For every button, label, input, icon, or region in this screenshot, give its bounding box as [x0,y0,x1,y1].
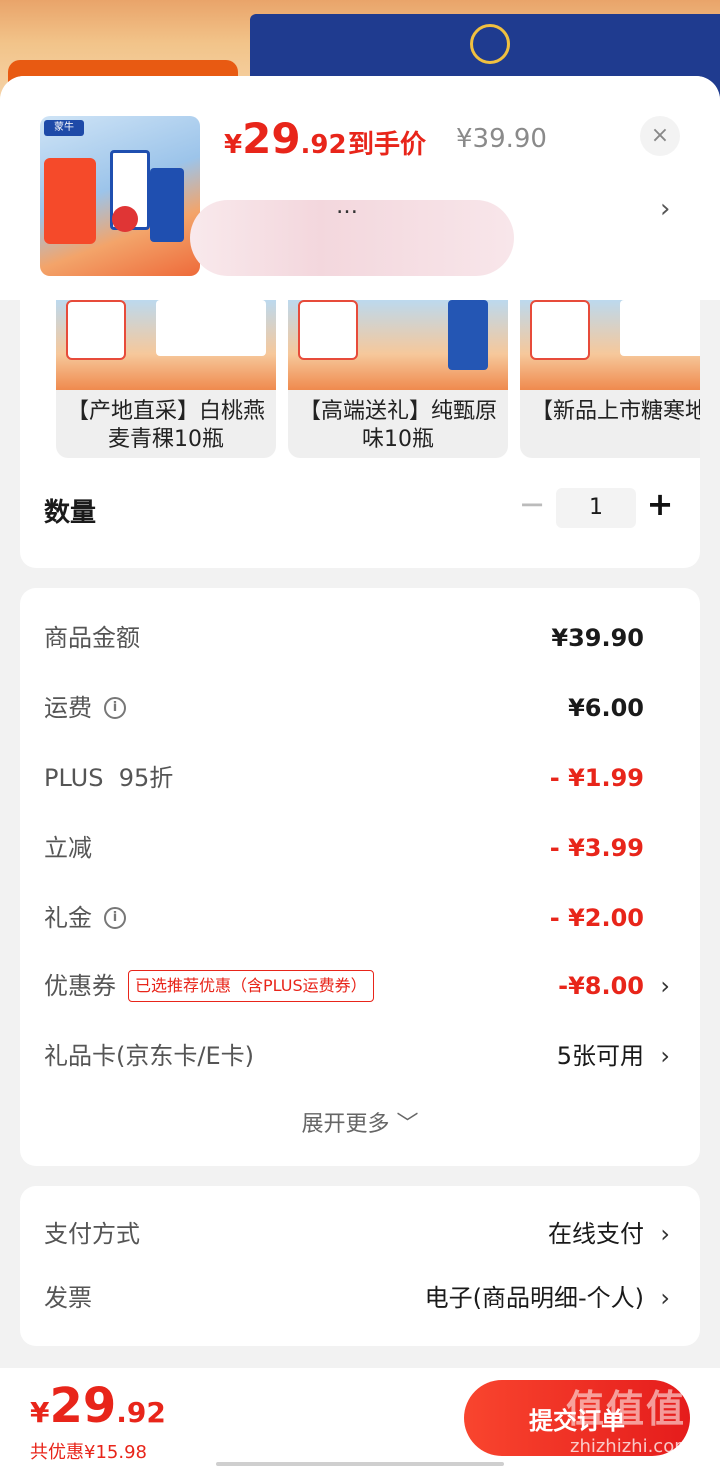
variant-image-part [530,300,590,360]
row-label: 优惠券 已选推荐优惠（含PLUS运费券） [44,966,374,1006]
variant-image [288,300,508,390]
home-indicator[interactable] [216,1462,504,1466]
price-decimal: .92 [300,130,347,160]
expand-more-button[interactable]: 展开更多 ﹀ [20,1106,700,1138]
row-goods-amount: 商品金额 ¥39.90 [20,618,700,658]
payment-method-value: 在线支付 [548,1220,644,1248]
chevron-right-icon[interactable]: › [660,1278,670,1318]
close-button[interactable]: × [640,116,680,156]
gift-money-label: 礼金 [44,904,92,932]
coupon-value: -¥8.00 [558,972,644,1000]
row-label: PLUS 95折 [44,758,173,798]
gift-money-value: - ¥2.00 [549,904,644,932]
row-label: 商品金额 [44,618,140,658]
promo-bg-ring [470,24,510,64]
submit-order-button[interactable]: 提交订单 [464,1380,690,1456]
product-thumbnail[interactable]: 蒙牛 [40,116,200,276]
variant-image-part [298,300,358,360]
chevron-right-icon[interactable]: › [660,1036,670,1076]
invoice-label: 发票 [44,1284,92,1312]
gift-card-value: 5张可用 [556,1042,644,1070]
total-decimal: .92 [116,1396,166,1429]
total-price: ¥ 29 .92 [30,1378,166,1434]
sheet-header: 蒙牛 ¥ 29 .92 到手价 ¥39.90 × … › [0,76,720,300]
final-price: ¥ 29 .92 [224,114,347,163]
price-integer: 29 [242,114,301,163]
row-shipping: 运费 i ¥6.00 [20,688,700,728]
coupon-tag: 已选推荐优惠（含PLUS运费券） [128,970,374,1002]
shipping-value: ¥6.00 [568,694,644,722]
variant-name: 【高端送礼】纯甄原味10瓶 [298,399,497,452]
variant-image-part [156,300,266,356]
quantity-decrement-button[interactable]: − [514,484,550,524]
quantity-input[interactable]: 1 [556,488,636,528]
row-label: 支付方式 [44,1214,140,1254]
info-icon[interactable]: i [104,697,126,719]
variant-card[interactable]: 【新品上市糖寒地蓝 [520,300,700,458]
bottom-bar: ¥ 29 .92 共优惠¥15.98 提交订单 值值值 zhizhizhi.co… [0,1368,720,1468]
row-label: 运费 i [44,688,126,728]
goods-amount-value: ¥39.90 [551,624,644,652]
quantity-label: 数量 [44,498,97,528]
variant-selector: 【产地直采】白桃燕麦青稞10瓶 【高端送礼】纯甄原味10瓶 【新品上市糖寒地蓝 … [20,300,700,568]
price-breakdown: 商品金额 ¥39.90 运费 i ¥6.00 PLUS 95折 - ¥1.99 … [20,588,700,1166]
variant-chevron-right-icon[interactable]: › [660,194,670,224]
variant-image-part [620,300,700,356]
plus-discount-value: - ¥1.99 [549,764,644,792]
order-sheet: 蒙牛 ¥ 29 .92 到手价 ¥39.90 × … › 【产地直采】白桃燕麦青… [0,76,720,1468]
total-currency: ¥ [30,1396,50,1429]
total-integer: 29 [49,1378,117,1434]
brand-logo: 蒙牛 [44,120,84,136]
variant-card[interactable]: 【产地直采】白桃燕麦青稞10瓶 [56,300,276,458]
row-label: 发票 [44,1278,92,1318]
variant-image [520,300,700,390]
shipping-label: 运费 [44,694,92,722]
strawberry-image [112,206,138,232]
row-gift-card[interactable]: 礼品卡(京东卡/E卡) 5张可用 › [20,1036,700,1076]
total-saved: 共优惠¥15.98 [30,1442,147,1463]
instant-discount-label: 立减 [44,834,92,862]
payment-method-label: 支付方式 [44,1220,140,1248]
row-gift-money: 礼金 i - ¥2.00 [20,898,700,938]
product-package-image [150,168,184,242]
promo-card-image [44,158,96,244]
row-plus-discount: PLUS 95折 - ¥1.99 [20,758,700,798]
quantity-increment-button[interactable]: + [642,484,678,524]
coupon-label: 优惠券 [44,972,116,1000]
variant-image [56,300,276,390]
instant-discount-value: - ¥3.99 [549,834,644,862]
plus-discount-label: PLUS 95折 [44,764,174,792]
chevron-right-icon[interactable]: › [660,1214,670,1254]
row-label: 立减 [44,828,92,868]
variant-image-part [66,300,126,360]
row-instant-discount: 立减 - ¥3.99 [20,828,700,868]
variant-card[interactable]: 【高端送礼】纯甄原味10瓶 [288,300,508,458]
price-currency: ¥ [224,130,243,160]
variant-name: 【产地直采】白桃燕麦青稞10瓶 [66,399,265,452]
row-payment-method[interactable]: 支付方式 在线支付 › [20,1214,700,1254]
variant-image-part [448,300,488,370]
chevron-right-icon[interactable]: › [660,966,670,1006]
row-label: 礼金 i [44,898,126,938]
invoice-value: 电子(商品明细-个人) [424,1284,644,1312]
row-invoice[interactable]: 发票 电子(商品明细-个人) › [20,1278,700,1318]
gift-card-label: 礼品卡(京东卡/E卡) [44,1042,254,1070]
selected-variant[interactable]: … [336,194,358,219]
row-coupon[interactable]: 优惠券 已选推荐优惠（含PLUS运费券） -¥8.00 › [20,966,700,1006]
original-price: ¥39.90 [456,124,547,154]
row-label: 礼品卡(京东卡/E卡) [44,1036,254,1076]
payment-section: 支付方式 在线支付 › 发票 电子(商品明细-个人) › [20,1186,700,1346]
variant-name: 【新品上市糖寒地蓝 [530,399,700,424]
goods-amount-label: 商品金额 [44,624,140,652]
final-price-label: 到手价 [348,130,427,160]
info-icon[interactable]: i [104,907,126,929]
